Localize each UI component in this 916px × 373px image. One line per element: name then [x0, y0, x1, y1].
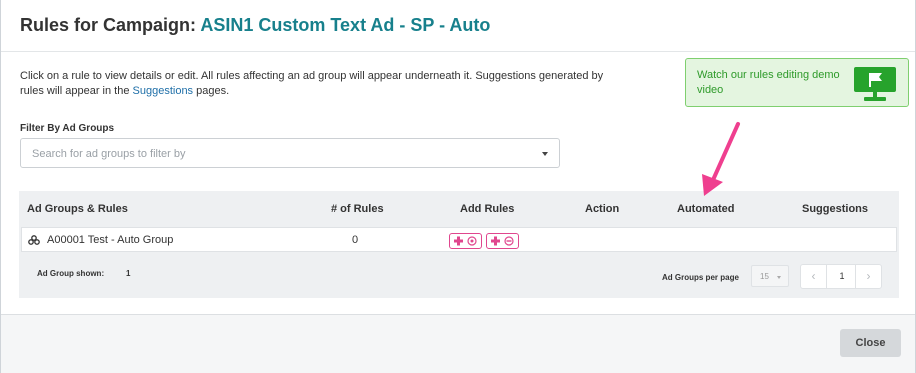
annotation-arrow-icon [702, 122, 740, 196]
filter-label: Filter By Ad Groups [20, 123, 115, 134]
pagination: ‹ 1 › [800, 264, 882, 289]
per-page-label: Ad Groups per page [662, 273, 739, 282]
ad-group-icon [28, 235, 40, 245]
modal-header: Rules for Campaign: ASIN1 Custom Text Ad… [1, 0, 915, 52]
demo-video-text: Watch our rules editing demo video [697, 69, 840, 96]
per-page-select[interactable]: 15 [751, 265, 789, 287]
column-header-automated[interactable]: Automated [677, 203, 734, 215]
num-rules-value: 0 [352, 234, 359, 246]
monitor-flag-icon [854, 67, 896, 101]
grid-header: Ad Groups & Rules # of Rules Add Rules A… [19, 191, 899, 227]
column-header-suggestions[interactable]: Suggestions [802, 203, 868, 215]
ad-group-shown-label: Ad Group shown: [37, 269, 105, 278]
close-button[interactable]: Close [840, 329, 901, 357]
column-header-num-rules[interactable]: # of Rules [331, 203, 384, 215]
title-prefix: Rules for Campaign: [20, 15, 197, 35]
chevron-right-icon[interactable]: › [855, 265, 881, 288]
intro-text-start: Click on a rule to view details or edit.… [20, 70, 604, 97]
suggestions-link[interactable]: Suggestions [133, 85, 194, 97]
table-row[interactable]: A00001 Test - Auto Group 0 [21, 227, 897, 252]
intro-text: Click on a rule to view details or edit.… [20, 69, 620, 99]
chevron-left-icon[interactable]: ‹ [801, 265, 827, 288]
ad-group-filter-select[interactable]: Search for ad groups to filter by [20, 138, 560, 168]
ad-groups-grid: Ad Groups & Rules # of Rules Add Rules A… [19, 191, 899, 298]
per-page-value: 15 [760, 272, 769, 281]
add-negative-rule-button[interactable] [486, 233, 519, 249]
ad-group-name[interactable]: A00001 Test - Auto Group [47, 234, 173, 246]
add-negative-rule-icon [491, 236, 514, 246]
add-rule-button[interactable] [449, 233, 482, 249]
column-header-action[interactable]: Action [585, 203, 619, 215]
campaign-name: ASIN1 Custom Text Ad - SP - Auto [200, 15, 491, 35]
filter-placeholder: Search for ad groups to filter by [32, 148, 186, 160]
demo-video-banner[interactable]: Watch our rules editing demo video [685, 58, 909, 107]
caret-down-icon [542, 152, 548, 156]
modal-title: Rules for Campaign: ASIN1 Custom Text Ad… [20, 15, 490, 36]
rules-modal: Rules for Campaign: ASIN1 Custom Text Ad… [0, 0, 916, 373]
column-header-add-rules[interactable]: Add Rules [460, 203, 514, 215]
current-page[interactable]: 1 [828, 265, 856, 288]
modal-footer: Close [1, 314, 915, 373]
ad-group-shown-value: 1 [126, 269, 131, 278]
add-rule-icon [454, 236, 477, 246]
intro-text-end: pages. [193, 85, 230, 97]
caret-down-icon [777, 276, 781, 279]
column-header-ad-groups[interactable]: Ad Groups & Rules [27, 203, 128, 215]
grid-footer: Ad Group shown: 1 Ad Groups per page 15 … [19, 257, 899, 291]
